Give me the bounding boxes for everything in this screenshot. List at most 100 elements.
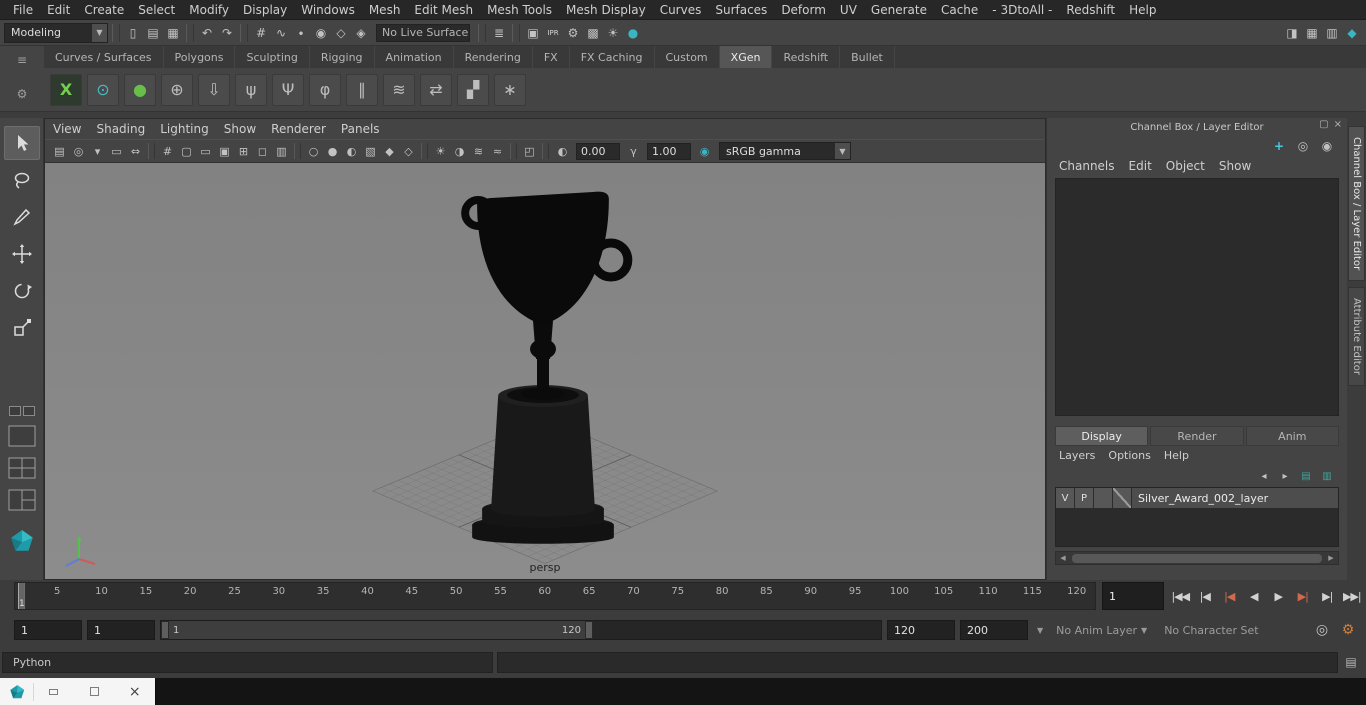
shelf-tab[interactable]: Animation [375,46,454,68]
section-divider[interactable] [186,23,194,42]
layer-editor-tab[interactable]: Display [1055,426,1149,446]
menu-item[interactable]: Display [236,1,294,19]
play-forwards-button[interactable]: ▶ [1266,582,1291,610]
animation-end-field[interactable]: 200 [960,620,1028,640]
sidebar-vertical-tab[interactable]: Channel Box / Layer Editor [1348,126,1365,282]
menu-item[interactable]: Redshift [1059,1,1122,19]
wireframe-on-shaded-icon[interactable]: ◐ [342,142,361,160]
construction-history-icon[interactable]: ≣ [489,23,509,43]
render-view-icon[interactable]: ● [623,23,643,43]
xgen-convert-icon[interactable]: ⇄ [420,73,452,106]
xray-icon[interactable]: ◇ [399,142,418,160]
xgen-create-interactive-groom-icon[interactable]: ● [124,73,156,106]
light-editor-icon[interactable]: ☀ [603,23,623,43]
script-editor-icon[interactable]: ▤ [1338,655,1364,669]
shelf-gear-icon[interactable]: ⚙ [12,84,32,104]
panel-menu-item[interactable]: Shading [96,121,154,137]
shelf-tab[interactable]: Bullet [840,46,895,68]
smooth-shade-icon[interactable]: ● [323,142,342,160]
xgen-description-editor-icon[interactable]: ⊙ [87,73,119,106]
snap-to-view-plane-icon[interactable]: ◇ [331,23,351,43]
render-current-frame-icon[interactable]: ▣ [523,23,543,43]
divider[interactable] [421,143,428,159]
layout-shortcut-pair[interactable] [8,406,35,416]
scroll-right-icon[interactable]: ▶ [1324,554,1338,562]
move-layer-up-icon[interactable]: ◂ [1256,468,1272,484]
film-gate-icon[interactable]: ▢ [177,142,196,160]
layer-row[interactable]: V P Silver_Award_002_layer [1056,488,1338,509]
layer-editor-menu-item[interactable]: Options [1108,449,1150,462]
character-set-dropdown[interactable]: No Character Set [1160,620,1262,640]
bookmarks-icon[interactable]: ▾ [88,142,107,160]
close-panel-icon[interactable]: × [1334,119,1342,130]
divider[interactable] [148,143,155,159]
menu-item[interactable]: Edit [40,1,77,19]
divider[interactable] [294,143,301,159]
panel-menu-item[interactable]: Panels [341,121,389,137]
menu-item[interactable]: Mesh [362,1,408,19]
snap-to-grid-icon[interactable]: # [251,23,271,43]
field-chart-icon[interactable]: ⊞ [234,142,253,160]
sidebar-vertical-tab[interactable]: Attribute Editor [1348,287,1365,387]
command-line-input[interactable]: Python [2,651,493,673]
panel-menu-item[interactable]: Renderer [271,121,335,137]
lasso-tool-icon[interactable] [4,163,40,197]
isolate-select-icon[interactable]: ◰ [520,142,539,160]
maya-logo-icon[interactable] [7,529,37,553]
shelf-tab[interactable]: FX [533,46,570,68]
range-slider-track[interactable]: 1 120 [160,620,882,640]
anim-layer-dropdown[interactable]: No Anim Layer ▼ [1052,620,1155,640]
channel-list-empty-area[interactable] [1055,178,1339,416]
layer-list-scrollbar[interactable]: ◀ ▶ [1055,551,1339,565]
section-divider[interactable] [112,23,120,42]
xgen-add-guides-icon[interactable]: ⊕ [161,73,193,106]
command-language-toggle[interactable]: Python [13,656,51,669]
textured-icon[interactable]: ▧ [361,142,380,160]
section-divider[interactable] [240,23,248,42]
screen-space-ao-icon[interactable]: ≋ [469,142,488,160]
move-tool-icon[interactable] [4,237,40,271]
menu-item[interactable]: Cache [934,1,985,19]
animation-start-field[interactable]: 1 [14,620,82,640]
menu-item[interactable]: Surfaces [708,1,774,19]
exposure-icon[interactable]: ◐ [553,142,572,160]
render-settings-icon[interactable]: ⚙ [563,23,583,43]
time-slider[interactable]: 5 10 15 20 25 30 35 40 45 50 55 60 65 70 75 80 85 90 95 100… [14,582,1096,610]
layer-editor-menu-item[interactable]: Layers [1059,449,1095,462]
color-managed-icon[interactable]: ◉ [695,142,714,160]
menu-item[interactable]: Windows [294,1,362,19]
play-backwards-button[interactable]: ◀ [1242,582,1267,610]
xgen-export-selection-icon[interactable]: ⇩ [198,73,230,106]
xgen-groomable-preset-icon[interactable]: ∗ [494,73,526,106]
scale-tool-icon[interactable] [4,311,40,345]
shelf-tab[interactable]: XGen [719,46,773,68]
channel-box-menu-item[interactable]: Channels [1059,159,1115,173]
step-forward-key-button[interactable]: ▶| [1291,582,1316,610]
panel-menu-item[interactable]: Lighting [160,121,218,137]
viewport[interactable]: persp [45,163,1045,579]
xgen-create-description-icon[interactable]: X [50,73,82,106]
layer-editor-tab[interactable]: Anim [1245,426,1339,446]
scene-camera-icon[interactable]: ▤ [50,142,69,160]
divider[interactable] [510,143,517,159]
menu-item[interactable]: Create [77,1,131,19]
range-start-handle[interactable] [161,621,169,639]
shadows-icon[interactable]: ◑ [450,142,469,160]
playback-end-field[interactable]: 120 [887,620,955,640]
shelf-tab[interactable]: Curves / Surfaces [44,46,164,68]
shelf-tab[interactable]: FX Caching [570,46,655,68]
xgen-modifier-stack-icon[interactable]: ≋ [383,73,415,106]
shelf-tab[interactable]: Rigging [310,46,375,68]
shelf-tab[interactable]: Rendering [454,46,533,68]
shelf-menu-icon[interactable]: ≡ [12,50,32,70]
paint-select-tool-icon[interactable] [4,200,40,234]
undo-icon[interactable]: ↶ [197,23,217,43]
xgen-curves-icon[interactable]: ∥ [346,73,378,106]
rotate-tool-icon[interactable] [4,274,40,308]
make-object-live-icon[interactable]: ◈ [351,23,371,43]
layer-name[interactable]: Silver_Award_002_layer [1132,488,1338,509]
chevron-down-icon[interactable]: ▼ [1033,626,1047,635]
redo-icon[interactable]: ↷ [217,23,237,43]
range-end-handle[interactable] [585,621,593,639]
ipr-render-icon[interactable]: IPR [543,23,563,43]
